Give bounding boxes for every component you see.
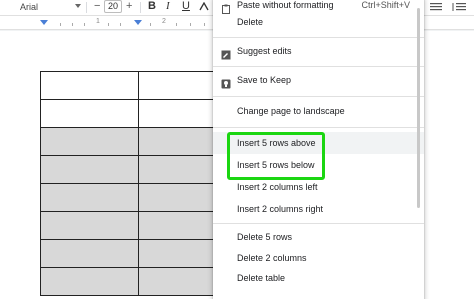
menu-divider [213, 223, 424, 224]
menu-item-label: Delete [237, 17, 264, 27]
font-size-input[interactable]: 20 [104, 0, 122, 13]
menu-divider [213, 37, 424, 38]
toolbar-divider [140, 2, 141, 13]
menu-item-label: Change page to landscape [237, 106, 345, 116]
menu-item-delete-table[interactable]: Delete table [213, 267, 424, 289]
menu-item-insert-rows-above[interactable]: Insert 5 rows above [213, 132, 424, 154]
table-cell[interactable] [40, 239, 139, 268]
ruler-number: 2 [162, 18, 166, 25]
menu-item-insert-columns-right[interactable]: Insert 2 columns right [213, 198, 424, 220]
table-cell[interactable] [40, 99, 139, 128]
menu-item-insert-columns-left[interactable]: Insert 2 columns left [213, 176, 424, 198]
underline-button[interactable]: U [182, 0, 190, 13]
menu-item-label: Suggest edits [237, 46, 292, 56]
ruler-number: 1 [96, 18, 100, 25]
text-color-icon[interactable] [198, 2, 210, 12]
menu-item-delete[interactable]: Delete [213, 11, 424, 33]
menu-item-label: Insert 5 rows above [237, 138, 316, 148]
menu-item-label: Insert 5 rows below [237, 160, 315, 170]
menu-item-label: Delete 2 columns [237, 253, 307, 263]
table-cell[interactable] [40, 267, 139, 296]
font-family-select[interactable]: Arial [20, 0, 38, 14]
decrease-font-size-button[interactable]: − [94, 0, 100, 13]
table-cell[interactable] [40, 183, 139, 212]
paste-icon [221, 0, 231, 14]
align-justify-icon[interactable] [430, 2, 442, 12]
menu-item-delete-columns[interactable]: Delete 2 columns [213, 247, 424, 269]
column-marker[interactable] [134, 20, 142, 25]
keep-icon [221, 75, 231, 89]
menu-item-change-page-landscape[interactable]: Change page to landscape [213, 100, 424, 122]
menu-item-save-to-keep[interactable]: Save to Keep [213, 69, 424, 91]
menu-item-label: Insert 2 columns right [237, 204, 324, 214]
menu-item-suggest-edits[interactable]: Suggest edits [213, 40, 424, 62]
suggest-edits-icon [221, 46, 231, 60]
menu-item-delete-rows[interactable]: Delete 5 rows [213, 226, 424, 248]
table-cell[interactable] [40, 211, 139, 240]
menu-divider [213, 127, 424, 128]
menu-item-insert-rows-below[interactable]: Insert 5 rows below [213, 154, 424, 176]
table-cell[interactable] [40, 71, 139, 100]
bold-button[interactable]: B [148, 0, 156, 13]
menu-scrollbar[interactable] [417, 8, 420, 208]
table-cell[interactable] [40, 127, 139, 156]
context-menu: Paste without formatting Ctrl+Shift+V De… [213, 0, 424, 299]
chevron-down-icon[interactable] [75, 4, 81, 8]
italic-button[interactable]: I [166, 0, 170, 13]
menu-item-label: Paste without formatting [237, 0, 334, 10]
increase-font-size-button[interactable]: + [126, 0, 132, 13]
docs-window: { "toolbar": { "font_name": "Arial", "mi… [0, 0, 474, 299]
left-indent-marker[interactable] [40, 20, 48, 25]
menu-item-label: Delete table [237, 273, 286, 283]
menu-divider [213, 66, 424, 67]
line-spacing-icon[interactable] [452, 2, 466, 12]
toolbar-divider [86, 2, 87, 13]
table-cell[interactable] [40, 155, 139, 184]
menu-item-label: Delete 5 rows [237, 232, 293, 242]
menu-item-label: Save to Keep [237, 75, 292, 85]
menu-divider [213, 96, 424, 97]
menu-item-label: Insert 2 columns left [237, 182, 318, 192]
